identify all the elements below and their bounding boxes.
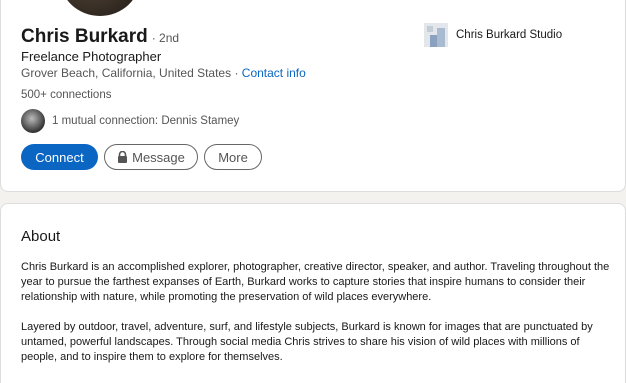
action-buttons: Connect Message More [21,144,262,170]
company-name: Chris Burkard Studio [456,29,563,41]
mutual-connection-row[interactable]: 1 mutual connection: Dennis Stamey [21,109,239,133]
profile-name: Chris Burkard [21,26,148,47]
about-section: About Chris Burkard is an accomplished e… [0,203,626,383]
about-paragraph: Layered by outdoor, travel, adventure, s… [21,321,593,363]
about-title: About [21,228,61,245]
about-paragraph: Chris Burkard is an accomplished explore… [21,261,610,303]
location-row: Grover Beach, California, United States … [21,66,306,80]
profile-top-card: Chris Burkard · 2nd Freelance Photograph… [0,0,626,192]
more-button[interactable]: More [204,144,262,170]
profile-headline: Freelance Photographer [21,49,162,64]
current-company[interactable]: Chris Burkard Studio [424,23,562,47]
location-separator: · [231,66,242,80]
mutual-connection-text: 1 mutual connection: Dennis Stamey [52,115,240,127]
connections-count[interactable]: 500+ connections [21,89,111,101]
profile-avatar[interactable] [57,0,143,19]
message-button[interactable]: Message [104,144,198,170]
lock-icon [117,150,128,163]
message-button-label: Message [132,149,185,165]
company-logo [424,23,448,47]
connection-degree: · 2nd [151,31,180,45]
mutual-connection-avatar [21,109,45,133]
profile-location: Grover Beach, California, United States [21,66,232,80]
contact-info-link[interactable]: Contact info [242,66,306,80]
name-row: Chris Burkard · 2nd [21,26,179,48]
connect-button[interactable]: Connect [21,144,98,170]
